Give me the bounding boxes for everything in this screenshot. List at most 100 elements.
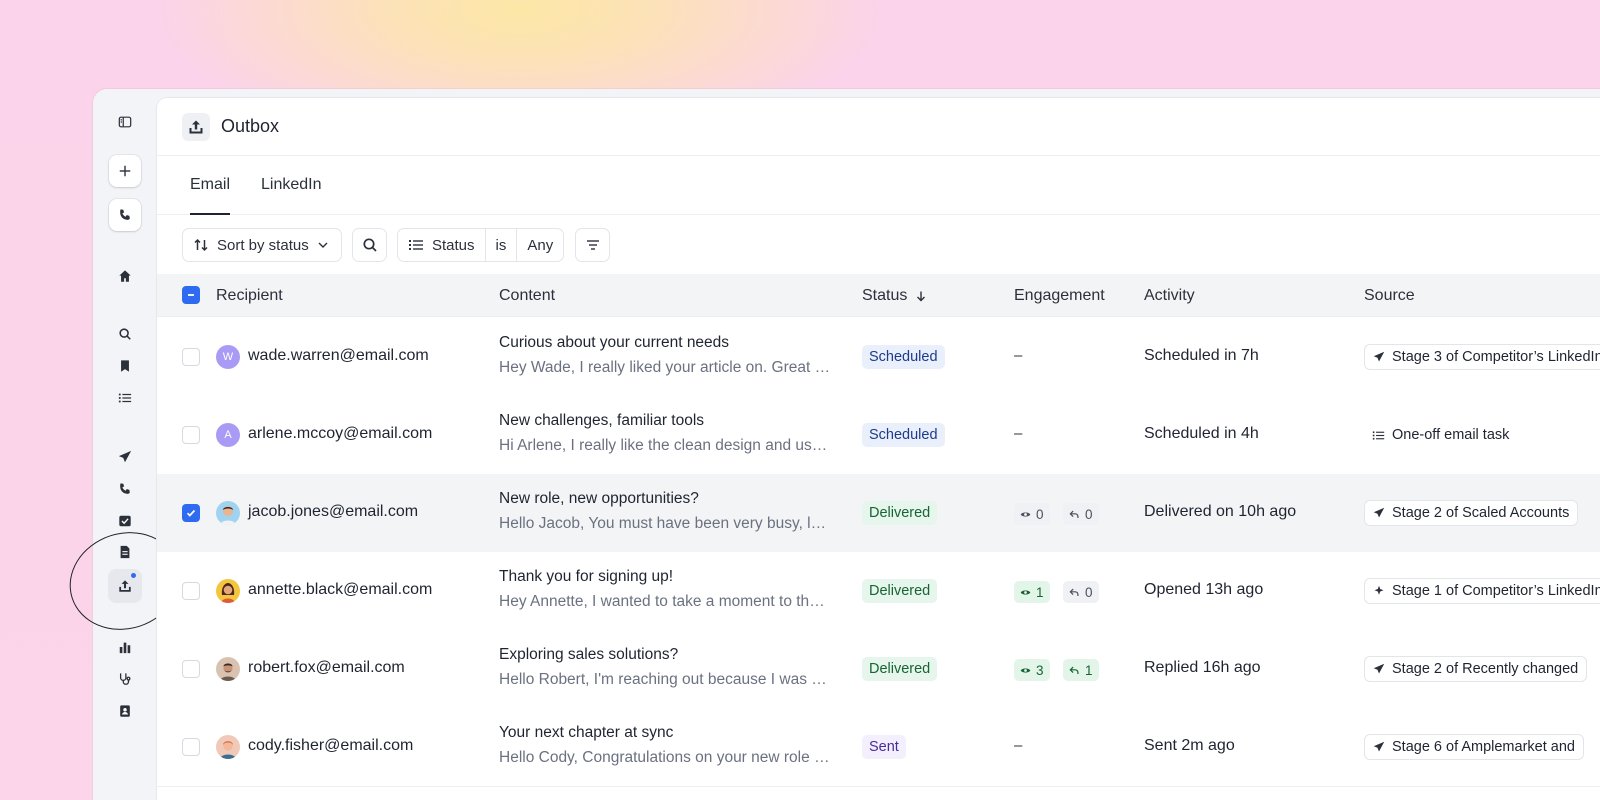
bookmark-icon[interactable] bbox=[110, 351, 140, 381]
recipient-email[interactable]: annette.black@email.com bbox=[248, 581, 432, 599]
table-row[interactable]: robert.fox@email.com Exploring sales sol… bbox=[157, 630, 1600, 709]
recipient-email[interactable]: cody.fisher@email.com bbox=[248, 737, 413, 755]
filter-field-label: Status bbox=[432, 236, 475, 254]
status-badge: Scheduled bbox=[862, 345, 945, 369]
column-content[interactable]: Content bbox=[499, 274, 555, 317]
phone-icon[interactable] bbox=[110, 474, 140, 504]
email-subject[interactable]: Curious about your current needs bbox=[499, 334, 839, 352]
source-chip[interactable]: Stage 2 of Scaled Accounts bbox=[1364, 500, 1579, 526]
contact-icon[interactable] bbox=[110, 696, 140, 726]
table-row[interactable]: A arlene.mccoy@email.com New challenges,… bbox=[157, 396, 1600, 475]
recipient-email[interactable]: arlene.mccoy@email.com bbox=[248, 425, 432, 443]
tab-linkedin[interactable]: LinkedIn bbox=[261, 156, 322, 214]
status-badge: Scheduled bbox=[862, 423, 945, 447]
send-icon[interactable] bbox=[110, 442, 140, 472]
row-checkbox[interactable] bbox=[182, 426, 200, 444]
layout-icon[interactable] bbox=[110, 107, 140, 137]
status-badge: Delivered bbox=[862, 657, 938, 681]
page-title: Outbox bbox=[221, 116, 280, 136]
table-row[interactable]: jacob.jones@email.com New role, new oppo… bbox=[157, 474, 1600, 553]
column-activity[interactable]: Activity bbox=[1144, 274, 1195, 317]
row-checkbox[interactable] bbox=[182, 660, 200, 678]
email-subject[interactable]: Thank you for signing up! bbox=[499, 568, 839, 586]
arrow-down-icon bbox=[915, 290, 927, 302]
send-icon bbox=[1373, 663, 1385, 675]
email-subject[interactable]: Your next chapter at sync bbox=[499, 724, 839, 742]
list-icon[interactable] bbox=[110, 383, 140, 413]
column-recipient[interactable]: Recipient bbox=[216, 274, 283, 317]
column-status-label: Status bbox=[862, 286, 908, 304]
engagement-empty: – bbox=[1014, 347, 1023, 364]
activity-text: Opened 13h ago bbox=[1144, 581, 1264, 598]
search-button[interactable] bbox=[352, 228, 387, 262]
opens-count: 3 bbox=[1014, 659, 1050, 681]
recipient-email[interactable]: robert.fox@email.com bbox=[248, 659, 405, 677]
row-checkbox[interactable] bbox=[182, 348, 200, 366]
activity-text: Sent 2m ago bbox=[1144, 737, 1235, 754]
bar-chart-icon[interactable] bbox=[110, 632, 140, 662]
outbox-icon bbox=[182, 112, 210, 141]
search-icon[interactable] bbox=[110, 319, 140, 349]
list-icon bbox=[408, 237, 424, 253]
email-subject[interactable]: Exploring sales solutions? bbox=[499, 646, 839, 664]
replies-count: 0 bbox=[1063, 503, 1099, 525]
row-checkbox[interactable] bbox=[182, 582, 200, 600]
table-header: Recipient Content Status Engagement Acti… bbox=[157, 274, 1600, 317]
task-list-icon bbox=[1372, 429, 1385, 442]
sort-button[interactable]: Sort by status bbox=[182, 228, 342, 262]
reply-icon bbox=[1069, 665, 1080, 676]
eye-icon bbox=[1020, 587, 1031, 598]
source-label: Stage 3 of Competitor’s LinkedIn bbox=[1392, 349, 1600, 365]
home-icon[interactable] bbox=[110, 261, 140, 291]
filter-field[interactable]: Status bbox=[398, 229, 485, 261]
column-status[interactable]: Status bbox=[862, 274, 927, 317]
source-chip[interactable]: One-off email task bbox=[1364, 422, 1517, 448]
table-row[interactable]: W wade.warren@email.com Curious about yo… bbox=[157, 318, 1600, 397]
filter-value[interactable]: Any bbox=[516, 229, 563, 261]
plus-icon[interactable] bbox=[109, 155, 141, 187]
table-row[interactable]: annette.black@email.com Thank you for si… bbox=[157, 552, 1600, 631]
sort-label: Sort by status bbox=[217, 236, 309, 254]
sparkle-icon bbox=[1373, 585, 1385, 597]
row-checkbox[interactable] bbox=[182, 738, 200, 756]
email-preview: Hi Arlene, I really like the clean desig… bbox=[499, 437, 833, 454]
email-preview: Hello Robert, I'm reaching out because I… bbox=[499, 671, 833, 688]
select-all-checkbox[interactable] bbox=[182, 286, 200, 304]
main-panel: Outbox Email LinkedIn Sort by status Sta… bbox=[157, 98, 1600, 800]
filter-button[interactable] bbox=[575, 228, 610, 262]
table-row[interactable]: cody.fisher@email.com Your next chapter … bbox=[157, 708, 1600, 787]
stethoscope-icon[interactable] bbox=[110, 664, 140, 694]
status-filter[interactable]: Status is Any bbox=[397, 228, 565, 262]
source-label: Stage 2 of Scaled Accounts bbox=[1392, 505, 1570, 521]
email-subject[interactable]: New role, new opportunities? bbox=[499, 490, 839, 508]
source-chip[interactable]: Stage 2 of Recently changed bbox=[1364, 656, 1588, 682]
source-label: Stage 2 of Recently changed bbox=[1392, 661, 1579, 677]
recipient-email[interactable]: wade.warren@email.com bbox=[248, 347, 429, 365]
send-icon bbox=[1373, 507, 1385, 519]
recipient-email[interactable]: jacob.jones@email.com bbox=[248, 503, 418, 521]
email-subject[interactable]: New challenges, familiar tools bbox=[499, 412, 839, 430]
column-source[interactable]: Source bbox=[1364, 274, 1415, 317]
replies-value: 0 bbox=[1085, 584, 1093, 600]
send-icon bbox=[1373, 741, 1385, 753]
sidebar-rail bbox=[93, 89, 157, 800]
phone-icon[interactable] bbox=[109, 199, 141, 231]
source-chip[interactable]: Stage 1 of Competitor’s LinkedIn bbox=[1364, 578, 1600, 604]
email-preview: Hello Cody, Congratulations on your new … bbox=[499, 749, 833, 766]
source-label: Stage 6 of Amplemarket and bbox=[1392, 739, 1575, 755]
status-badge: Delivered bbox=[862, 501, 938, 525]
send-icon bbox=[1373, 351, 1385, 363]
tab-bar: Email LinkedIn bbox=[157, 156, 1600, 215]
source-chip[interactable]: Stage 6 of Amplemarket and bbox=[1364, 734, 1584, 760]
email-preview: Hey Wade, I really liked your article on… bbox=[499, 359, 833, 376]
toolbar: Sort by status Status is Any bbox=[182, 228, 1600, 262]
engagement-empty: – bbox=[1014, 425, 1023, 442]
sort-icon bbox=[193, 237, 209, 253]
source-chip[interactable]: Stage 3 of Competitor’s LinkedIn bbox=[1364, 344, 1600, 370]
replies-value: 0 bbox=[1085, 506, 1093, 522]
replies-count: 1 bbox=[1063, 659, 1099, 681]
row-checkbox[interactable] bbox=[182, 504, 200, 522]
filter-operator[interactable]: is bbox=[484, 229, 517, 261]
column-engagement[interactable]: Engagement bbox=[1014, 274, 1105, 317]
tab-email[interactable]: Email bbox=[190, 156, 231, 215]
